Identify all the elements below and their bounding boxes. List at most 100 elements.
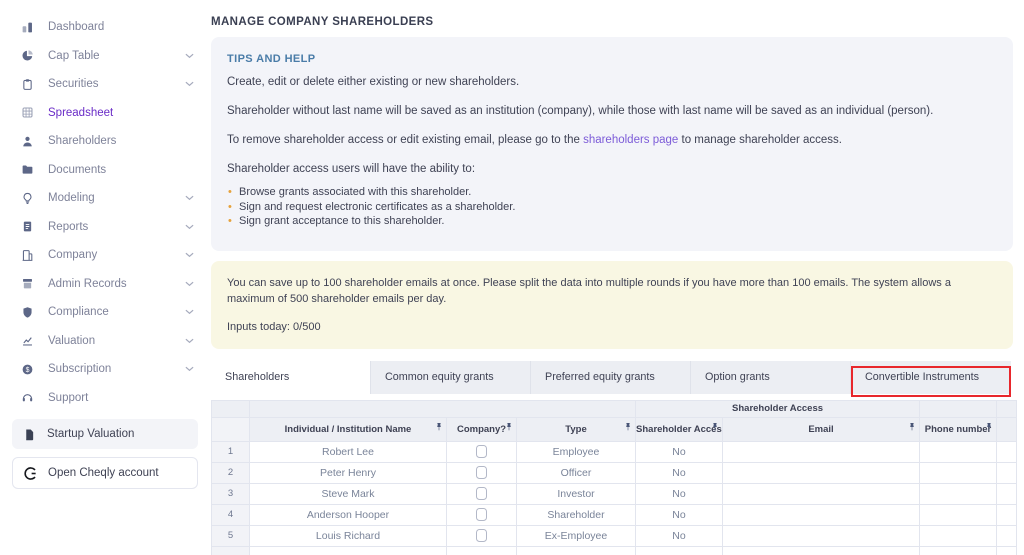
table-group-header-row: Shareholder Access xyxy=(212,400,1017,417)
tips-paragraph: Shareholder access users will have the a… xyxy=(227,161,997,178)
chevron-down-icon xyxy=(185,81,194,87)
column-header-type: Type xyxy=(517,417,636,441)
shareholders-page-link[interactable]: shareholders page xyxy=(583,134,678,146)
sidebar-item-startup-valuation[interactable]: Startup Valuation xyxy=(12,419,198,449)
chevron-down-icon xyxy=(185,338,194,344)
tab-shareholders[interactable]: Shareholders xyxy=(211,361,371,394)
name-cell[interactable] xyxy=(250,546,447,555)
company-checkbox[interactable] xyxy=(476,529,487,542)
empty-group-cell xyxy=(997,400,1017,417)
sidebar-item-dashboard[interactable]: Dashboard xyxy=(0,13,210,42)
access-cell[interactable]: No xyxy=(636,504,723,525)
pin-icon[interactable] xyxy=(985,422,993,436)
email-limit-notice: You can save up to 100 shareholder email… xyxy=(211,261,1013,349)
type-cell[interactable]: Ex-Employee xyxy=(517,525,636,546)
company-cell xyxy=(447,441,517,462)
phone-cell[interactable] xyxy=(920,504,997,525)
row-number: 4 xyxy=(212,504,250,525)
sidebar: Dashboard Cap Table Securities Spreadshe… xyxy=(0,0,210,555)
company-checkbox[interactable] xyxy=(476,487,487,500)
notice-text: You can save up to 100 shareholder email… xyxy=(227,275,987,307)
access-cell[interactable] xyxy=(636,546,723,555)
sidebar-item-documents[interactable]: Documents xyxy=(0,156,210,185)
name-cell[interactable]: Peter Henry xyxy=(250,462,447,483)
sidebar-item-modeling[interactable]: Modeling xyxy=(0,184,210,213)
documents-icon xyxy=(20,162,35,177)
phone-cell[interactable] xyxy=(920,546,997,555)
access-cell[interactable]: No xyxy=(636,525,723,546)
table-row: 5 Louis Richard Ex-Employee No xyxy=(212,525,1017,546)
sidebar-item-admin-records[interactable]: Admin Records xyxy=(0,270,210,299)
type-cell[interactable] xyxy=(517,546,636,555)
pin-icon[interactable] xyxy=(505,422,513,436)
sidebar-item-label: Support xyxy=(48,392,88,404)
table-row: 3 Steve Mark Investor No xyxy=(212,483,1017,504)
row-number: 2 xyxy=(212,462,250,483)
type-cell[interactable]: Investor xyxy=(517,483,636,504)
sidebar-item-label: Shareholders xyxy=(48,135,116,147)
tab-common-equity-grants[interactable]: Common equity grants xyxy=(371,361,531,394)
sidebar-item-shareholders[interactable]: Shareholders xyxy=(0,127,210,156)
chevron-down-icon xyxy=(185,195,194,201)
phone-cell[interactable] xyxy=(920,441,997,462)
tab-option-grants[interactable]: Option grants xyxy=(691,361,851,394)
name-cell[interactable]: Louis Richard xyxy=(250,525,447,546)
name-cell[interactable]: Anderson Hooper xyxy=(250,504,447,525)
email-cell[interactable] xyxy=(723,462,920,483)
sidebar-item-label: Startup Valuation xyxy=(47,428,134,440)
name-cell[interactable]: Steve Mark xyxy=(250,483,447,504)
email-cell[interactable] xyxy=(723,504,920,525)
pin-icon[interactable] xyxy=(624,422,632,436)
tips-paragraph: Shareholder without last name will be sa… xyxy=(227,103,997,120)
sidebar-item-company[interactable]: Company xyxy=(0,241,210,270)
company-checkbox[interactable] xyxy=(476,466,487,479)
column-header-email: Email xyxy=(723,417,920,441)
access-cell[interactable]: No xyxy=(636,483,723,504)
tab-preferred-equity-grants[interactable]: Preferred equity grants xyxy=(531,361,691,394)
sidebar-item-valuation[interactable]: Valuation xyxy=(0,327,210,356)
extra-cell xyxy=(997,483,1017,504)
tab-convertible-instruments[interactable]: Convertible Instruments xyxy=(851,361,1011,394)
email-cell[interactable] xyxy=(723,483,920,504)
pin-icon[interactable] xyxy=(711,422,719,436)
sidebar-item-label: Reports xyxy=(48,221,88,233)
company-cell xyxy=(447,462,517,483)
email-cell[interactable] xyxy=(723,525,920,546)
tips-text: To remove shareholder access or edit exi… xyxy=(227,134,583,146)
access-cell[interactable]: No xyxy=(636,441,723,462)
button-label: Open Cheqly account xyxy=(48,467,159,479)
sidebar-item-spreadsheet[interactable]: Spreadsheet xyxy=(0,99,210,128)
type-cell[interactable]: Employee xyxy=(517,441,636,462)
type-cell[interactable]: Shareholder xyxy=(517,504,636,525)
phone-cell[interactable] xyxy=(920,525,997,546)
access-cell[interactable]: No xyxy=(636,462,723,483)
shareholders-table: Shareholder Access Individual / Institut… xyxy=(211,400,1017,555)
tips-bullet: Sign grant acceptance to this shareholde… xyxy=(227,214,997,229)
open-cheqly-account-button[interactable]: Open Cheqly account xyxy=(12,457,198,489)
company-cell xyxy=(447,504,517,525)
column-header-company: Company? xyxy=(447,417,517,441)
chevron-down-icon xyxy=(185,224,194,230)
spreadsheet-icon xyxy=(20,105,35,120)
sidebar-item-reports[interactable]: Reports xyxy=(0,213,210,242)
pin-icon[interactable] xyxy=(908,422,916,436)
sidebar-item-compliance[interactable]: Compliance xyxy=(0,298,210,327)
email-cell[interactable] xyxy=(723,546,920,555)
sidebar-item-subscription[interactable]: $ Subscription xyxy=(0,355,210,384)
phone-cell[interactable] xyxy=(920,462,997,483)
sidebar-item-securities[interactable]: Securities xyxy=(0,70,210,99)
email-cell[interactable] xyxy=(723,441,920,462)
name-cell[interactable]: Robert Lee xyxy=(250,441,447,462)
company-checkbox[interactable] xyxy=(476,508,487,521)
sidebar-item-cap-table[interactable]: Cap Table xyxy=(0,42,210,71)
sidebar-item-support[interactable]: Support xyxy=(0,384,210,413)
row-number xyxy=(212,546,250,555)
phone-cell[interactable] xyxy=(920,483,997,504)
compliance-icon xyxy=(20,305,35,320)
sidebar-item-label: Modeling xyxy=(48,192,95,204)
column-header-phone-number: Phone number xyxy=(920,417,997,441)
extra-column-header xyxy=(997,417,1017,441)
company-checkbox[interactable] xyxy=(476,445,487,458)
pin-icon[interactable] xyxy=(435,422,443,436)
type-cell[interactable]: Officer xyxy=(517,462,636,483)
